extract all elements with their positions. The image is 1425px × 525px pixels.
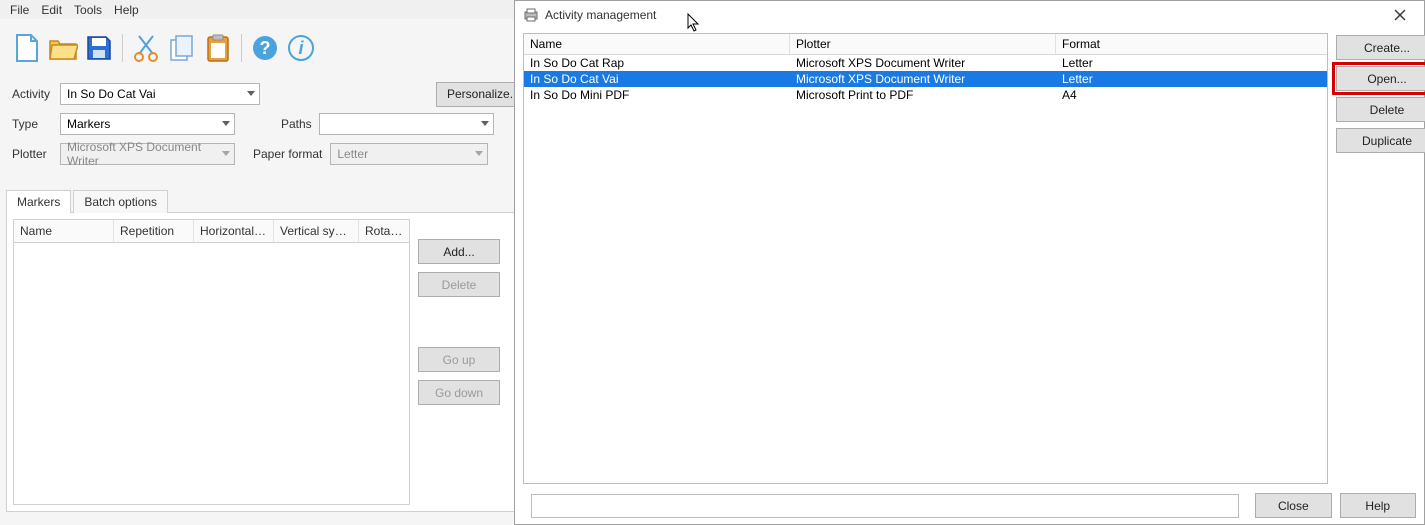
- plotter-value: Microsoft XPS Document Writer: [67, 140, 218, 168]
- help-button[interactable]: Help: [1340, 493, 1416, 518]
- open-folder-icon[interactable]: [48, 33, 78, 63]
- close-button[interactable]: Close: [1255, 493, 1331, 518]
- paths-label: Paths: [281, 117, 311, 131]
- type-value: Markers: [67, 117, 110, 131]
- chevron-down-icon: [475, 151, 483, 157]
- mouse-cursor-icon: [687, 13, 701, 33]
- dialog-titlebar[interactable]: Activity management: [515, 1, 1424, 29]
- duplicate-button[interactable]: Duplicate: [1336, 128, 1425, 153]
- activity-listview[interactable]: Name Plotter Format In So Do Cat RapMicr…: [523, 33, 1328, 484]
- svg-text:?: ?: [260, 38, 271, 58]
- new-file-icon[interactable]: [12, 33, 42, 63]
- cell-format: A4: [1056, 88, 1327, 102]
- save-icon[interactable]: [84, 33, 114, 63]
- col-repetition[interactable]: Repetition: [114, 220, 194, 242]
- cell-name: In So Do Cat Rap: [524, 56, 790, 70]
- list-item[interactable]: In So Do Cat RapMicrosoft XPS Document W…: [524, 55, 1327, 71]
- toolbar-separator: [122, 34, 123, 62]
- cell-format: Letter: [1056, 56, 1327, 70]
- create-button[interactable]: Create...: [1336, 35, 1425, 60]
- col-name[interactable]: Name: [14, 220, 114, 242]
- activity-value: In So Do Cat Vai: [67, 87, 156, 101]
- type-combo[interactable]: Markers: [60, 113, 235, 135]
- col-vertical-symmetry[interactable]: Vertical sym...: [274, 220, 359, 242]
- info-icon[interactable]: i: [286, 33, 316, 63]
- cell-plotter: Microsoft Print to PDF: [790, 88, 1056, 102]
- close-icon: [1394, 9, 1406, 21]
- tab-markers[interactable]: Markers: [6, 190, 71, 213]
- dialog-title: Activity management: [545, 8, 656, 22]
- chevron-down-icon: [222, 121, 230, 127]
- markers-grid-header: Name Repetition Horizontal s... Vertical…: [14, 220, 409, 243]
- listview-header: Name Plotter Format: [524, 34, 1327, 55]
- list-item[interactable]: In So Do Mini PDFMicrosoft Print to PDFA…: [524, 87, 1327, 103]
- paper-format-value: Letter: [337, 147, 368, 161]
- col-format[interactable]: Format: [1056, 34, 1327, 54]
- menu-edit[interactable]: Edit: [35, 1, 68, 19]
- chevron-down-icon: [247, 91, 255, 97]
- activity-combo[interactable]: In So Do Cat Vai: [60, 83, 260, 105]
- chevron-down-icon: [222, 151, 230, 157]
- go-up-button: Go up: [418, 347, 500, 372]
- col-rotation[interactable]: Rotation: [359, 220, 409, 242]
- help-icon[interactable]: ?: [250, 33, 280, 63]
- markers-grid-body: [14, 243, 409, 504]
- menu-help[interactable]: Help: [108, 1, 145, 19]
- cell-name: In So Do Mini PDF: [524, 88, 790, 102]
- paper-format-label: Paper format: [253, 147, 322, 161]
- markers-grid[interactable]: Name Repetition Horizontal s... Vertical…: [13, 219, 410, 505]
- menu-tools[interactable]: Tools: [68, 1, 108, 19]
- toolbar-separator: [241, 34, 242, 62]
- add-button[interactable]: Add...: [418, 239, 500, 264]
- activity-label: Activity: [12, 87, 52, 101]
- col-name[interactable]: Name: [524, 34, 790, 54]
- activity-management-dialog: Activity management Name Plotter Format …: [514, 0, 1425, 525]
- cell-plotter: Microsoft XPS Document Writer: [790, 72, 1056, 86]
- plotter-label: Plotter: [12, 147, 52, 161]
- paste-icon[interactable]: [203, 33, 233, 63]
- copy-icon[interactable]: [167, 33, 197, 63]
- open-button[interactable]: Open...: [1336, 66, 1425, 91]
- tab-batch-options[interactable]: Batch options: [73, 190, 168, 213]
- dialog-status-field: [531, 494, 1239, 518]
- printer-icon: [523, 8, 539, 22]
- type-label: Type: [12, 117, 52, 131]
- delete-marker-button: Delete: [418, 272, 500, 297]
- col-plotter[interactable]: Plotter: [790, 34, 1056, 54]
- go-down-button: Go down: [418, 380, 500, 405]
- paths-combo[interactable]: [319, 113, 494, 135]
- listview-rows: In So Do Cat RapMicrosoft XPS Document W…: [524, 55, 1327, 103]
- svg-text:i: i: [298, 38, 304, 58]
- list-item[interactable]: In So Do Cat VaiMicrosoft XPS Document W…: [524, 71, 1327, 87]
- cell-name: In So Do Cat Vai: [524, 72, 790, 86]
- dialog-side-buttons: Create... Open... Delete Duplicate: [1336, 33, 1416, 484]
- col-horizontal-symmetry[interactable]: Horizontal s...: [194, 220, 274, 242]
- cell-plotter: Microsoft XPS Document Writer: [790, 56, 1056, 70]
- paper-format-combo: Letter: [330, 143, 488, 165]
- cut-icon[interactable]: [131, 33, 161, 63]
- plotter-combo: Microsoft XPS Document Writer: [60, 143, 235, 165]
- menu-file[interactable]: File: [4, 1, 35, 19]
- markers-side-buttons: Add... Delete Go up Go down: [418, 219, 478, 505]
- chevron-down-icon: [481, 121, 489, 127]
- dialog-close-button[interactable]: [1380, 2, 1420, 28]
- cell-format: Letter: [1056, 72, 1327, 86]
- delete-button[interactable]: Delete: [1336, 97, 1425, 122]
